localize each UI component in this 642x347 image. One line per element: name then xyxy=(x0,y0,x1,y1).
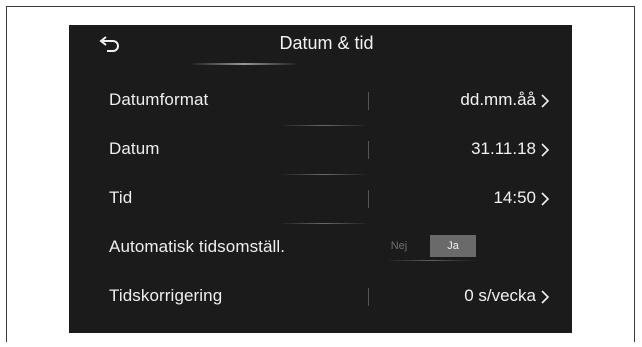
setting-label: Tidskorrigering xyxy=(109,286,223,305)
row-separator xyxy=(368,141,369,159)
screen-header: Datum & tid xyxy=(69,25,572,65)
setting-value: dd.mm.åå xyxy=(460,90,536,109)
setting-value: 31.11.18 xyxy=(471,139,536,158)
settings-screen: Datum & tid Datumformat dd.mm.åå Datum 3… xyxy=(69,25,572,333)
setting-row-datumformat[interactable]: Datumformat dd.mm.åå xyxy=(69,77,572,126)
header-divider xyxy=(189,63,299,65)
setting-row-tidskorrigering[interactable]: Tidskorrigering 0 s/vecka xyxy=(69,273,572,322)
chevron-right-icon xyxy=(541,290,550,304)
toggle-option-ja[interactable]: Ja xyxy=(430,235,476,257)
row-separator xyxy=(368,92,369,110)
setting-label: Datum xyxy=(109,139,160,158)
toggle-divider xyxy=(386,260,476,261)
toggle-option-nej[interactable]: Nej xyxy=(376,235,422,257)
setting-label: Automatisk tidsomställ. xyxy=(109,237,286,256)
chevron-right-icon xyxy=(541,192,550,206)
page-title: Datum & tid xyxy=(279,33,374,53)
row-separator xyxy=(368,288,369,306)
auto-time-toggle[interactable]: Nej Ja xyxy=(376,235,476,261)
setting-value: 14:50 xyxy=(493,188,536,207)
row-separator xyxy=(368,190,369,208)
setting-label: Tid xyxy=(109,188,133,207)
chevron-right-icon xyxy=(541,94,550,108)
setting-label: Datumformat xyxy=(109,90,209,109)
setting-row-automatisk-tidsomstallning: Automatisk tidsomställ. Nej Ja xyxy=(69,224,572,273)
setting-row-datum[interactable]: Datum 31.11.18 xyxy=(69,126,572,175)
setting-value: 0 s/vecka xyxy=(464,286,536,305)
setting-row-tid[interactable]: Tid 14:50 xyxy=(69,175,572,224)
chevron-right-icon xyxy=(541,143,550,157)
